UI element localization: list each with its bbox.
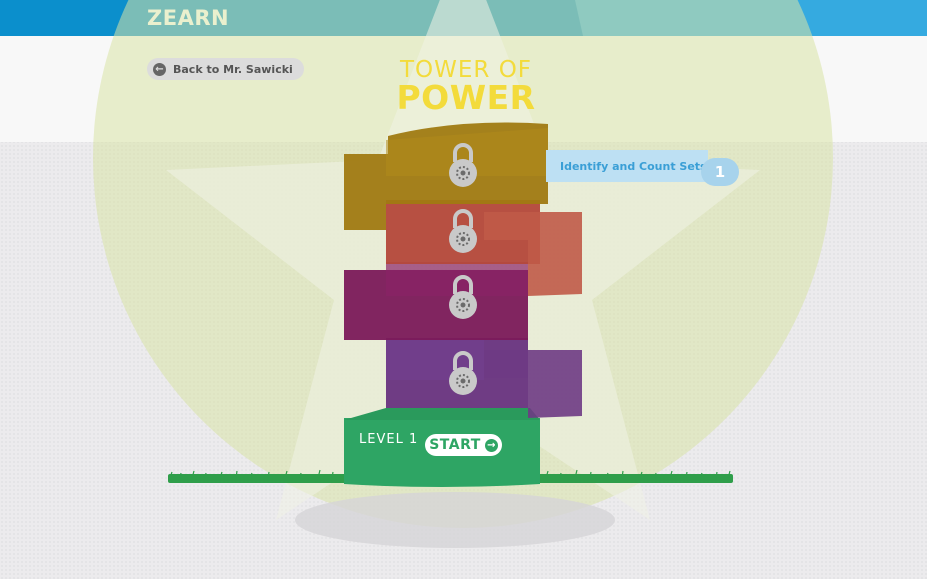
tower-shadow [295, 492, 615, 548]
padlock-icon [449, 275, 477, 319]
arrow-right-icon: → [484, 438, 498, 452]
level-label: LEVEL 1 [359, 432, 419, 447]
padlock-icon [449, 143, 477, 187]
start-button-label: START [429, 437, 481, 453]
level-1-top [344, 408, 540, 420]
padlock-icon [449, 351, 477, 395]
mission-number-badge: 1 [701, 158, 739, 186]
start-button[interactable]: START → [425, 434, 502, 456]
padlock-icon [449, 209, 477, 253]
mission-tooltip[interactable]: Identify and Count Sets [546, 150, 708, 182]
mission-name: Identify and Count Sets [560, 159, 707, 173]
